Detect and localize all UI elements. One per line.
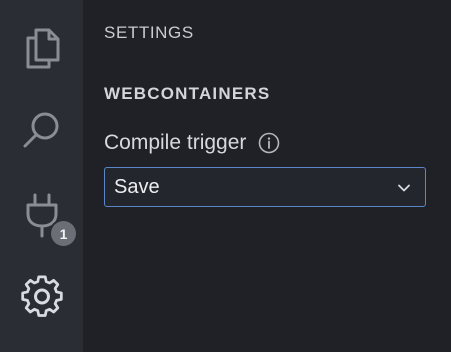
compile-trigger-select[interactable]: Save	[104, 167, 426, 207]
select-value: Save	[114, 175, 160, 198]
setting-label: Compile trigger	[104, 131, 247, 154]
files-icon	[22, 26, 62, 70]
activity-item-explorer[interactable]	[0, 8, 83, 88]
setting-compile-trigger: Compile trigger	[104, 129, 280, 157]
app-window: 1 SETTINGS WEBCONTAINERS Compile trigger	[0, 0, 451, 352]
gear-icon	[19, 275, 65, 321]
chevron-down-icon	[396, 180, 412, 196]
activity-bar: 1	[0, 0, 83, 352]
info-icon[interactable]	[258, 132, 280, 154]
panel-title: SETTINGS	[104, 23, 194, 42]
search-icon	[21, 109, 63, 151]
settings-panel: SETTINGS WEBCONTAINERS Compile trigger S…	[83, 0, 451, 352]
section-title: WEBCONTAINERS	[104, 84, 271, 103]
activity-item-search[interactable]	[0, 90, 83, 170]
activity-item-settings[interactable]	[0, 258, 83, 338]
extensions-badge: 1	[51, 221, 76, 246]
